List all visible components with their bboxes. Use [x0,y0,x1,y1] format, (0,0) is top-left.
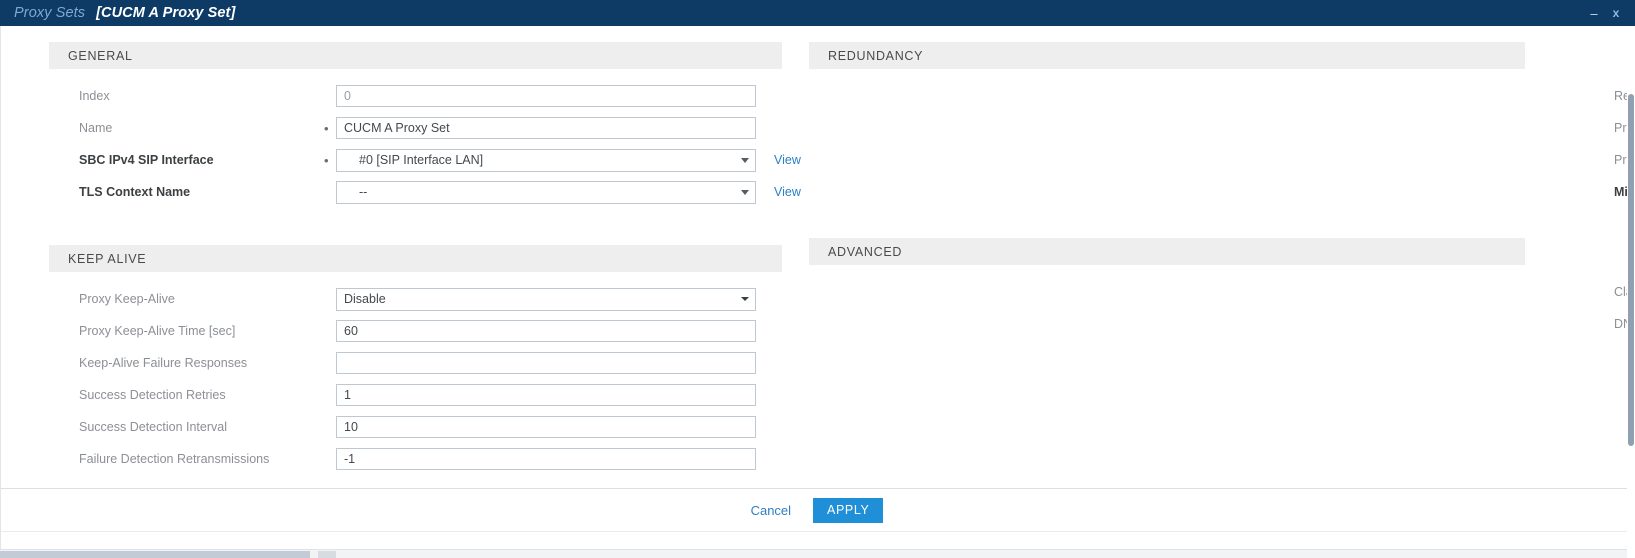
field-row-min-active-servers: Min. Active Servers for Load Balancing [791,176,1635,208]
section-advanced-rows: Classification Input IP Address only DNS… [791,265,1635,340]
field-row-proxy-keep-alive: Proxy Keep-Alive • Disable [1,283,791,315]
field-row-index: Index • [1,80,791,112]
field-row-sbc-ipv4-sip-interface: SBC IPv4 SIP Interface • #0 [SIP Interfa… [1,144,801,176]
tls-context-name-select[interactable]: -- [336,180,756,204]
label-tls-context-name: TLS Context Name [79,185,191,199]
field-row-classification-input: Classification Input IP Address only [791,276,1635,308]
horizontal-scrollbar-thumb-secondary[interactable] [318,551,336,558]
proxy-keep-alive-time-input[interactable] [336,320,756,342]
success-detection-retries-input[interactable] [336,384,756,406]
field-row-keep-alive-failure-responses: Keep-Alive Failure Responses • [1,347,791,379]
field-row-dns-resolve-method: DNS Resolve Method [791,308,1635,340]
label-failure-detection-retransmissions: Failure Detection Retransmissions [79,452,270,466]
proxy-set-dialog: Proxy Sets [CUCM A Proxy Set] – x GENERA… [0,0,1635,558]
required-marker-tls-context-name: • [324,186,334,199]
keep-alive-failure-responses-input[interactable] [336,352,756,374]
dialog-footer: Cancel APPLY [0,488,1627,531]
section-advanced-header: ADVANCED [809,238,1525,265]
field-row-name: Name • [1,112,791,144]
field-row-proxy-keep-alive-time: Proxy Keep-Alive Time [sec] • [1,315,791,347]
field-row-success-detection-interval: Success Detection Interval • [1,411,791,443]
section-redundancy-rows: Redundancy Mode Proxy Hot Swap Disable [791,69,1635,208]
label-name: Name [79,121,113,135]
section-redundancy-header: REDUNDANCY [809,42,1525,69]
required-marker-name: • [324,120,329,136]
section-general-rows: Index • Name • SBC IPv4 SIP Interface • [1,69,801,208]
right-column: REDUNDANCY Redundancy Mode Proxy Hot Swa… [791,42,1635,475]
proxy-keep-alive-select[interactable]: Disable [336,287,756,311]
success-detection-interval-input[interactable] [336,416,756,438]
section-general: GENERAL Index • Name • [1,42,801,208]
section-general-header: GENERAL [49,42,782,69]
left-section-gap [1,208,791,245]
section-keep-alive-rows: Proxy Keep-Alive • Disable Proxy Keep-Al… [1,272,791,475]
vertical-scrollbar[interactable] [1627,26,1635,531]
label-sbc-ipv4-sip-interface: SBC IPv4 SIP Interface [79,153,214,167]
tls-context-name-select-wrap: -- [336,180,756,204]
horizontal-scrollbar[interactable] [0,549,1627,558]
field-row-proxy-hot-swap: Proxy Hot Swap Disable [791,112,1635,144]
section-keep-alive-header: KEEP ALIVE [49,245,782,272]
breadcrumb[interactable]: Proxy Sets [14,5,85,21]
right-section-gap [791,208,1581,238]
required-marker-sbc-ipv4-sip-interface: • [324,152,329,168]
vertical-scrollbar-thumb[interactable] [1628,94,1634,446]
required-marker-success-detection-interval: • [324,421,334,434]
field-row-tls-context-name: TLS Context Name • -- View [1,176,801,208]
name-input[interactable] [336,117,756,139]
page-title: [CUCM A Proxy Set] [96,5,236,21]
dialog-titlebar: Proxy Sets [CUCM A Proxy Set] – x [0,0,1635,26]
label-proxy-keep-alive-time: Proxy Keep-Alive Time [sec] [79,324,236,338]
label-index: Index [79,89,110,103]
failure-detection-retransmissions-input[interactable] [336,448,756,470]
section-keep-alive: KEEP ALIVE Proxy Keep-Alive • Disable Pr… [1,245,791,475]
label-success-detection-interval: Success Detection Interval [79,420,227,434]
section-advanced: ADVANCED Classification Input IP Address… [791,238,1635,340]
field-row-redundancy-mode: Redundancy Mode [791,80,1635,112]
field-row-success-detection-retries: Success Detection Retries • [1,379,791,411]
required-marker-proxy-keep-alive-time: • [324,325,334,338]
field-row-proxy-load-balancing-method: Proxy Load Balancing Method Disable [791,144,1635,176]
close-icon[interactable]: x [1605,1,1627,25]
label-proxy-keep-alive: Proxy Keep-Alive [79,292,175,306]
apply-button[interactable]: APPLY [813,497,884,523]
required-marker-keep-alive-failure-responses: • [324,357,334,370]
required-marker-proxy-keep-alive: • [324,293,334,306]
field-row-failure-detection-retransmissions: Failure Detection Retransmissions • [1,443,791,475]
cancel-button[interactable]: Cancel [745,499,797,522]
proxy-keep-alive-select-wrap: Disable [336,287,756,311]
label-keep-alive-failure-responses: Keep-Alive Failure Responses [79,356,248,370]
section-redundancy: REDUNDANCY Redundancy Mode Proxy Hot Swa… [791,42,1635,208]
required-marker-success-detection-retries: • [324,389,334,402]
form-columns: GENERAL Index • Name • [1,26,1635,475]
minimize-icon[interactable]: – [1583,1,1605,25]
label-success-detection-retries: Success Detection Retries [79,388,226,402]
required-marker-failure-detection-retransmissions: • [324,453,334,466]
horizontal-scrollbar-thumb[interactable] [0,551,310,558]
required-marker-index: • [324,90,334,103]
sbc-ipv4-sip-interface-select[interactable]: #0 [SIP Interface LAN] [336,148,756,172]
left-column: GENERAL Index • Name • [1,42,801,475]
sbc-ipv4-sip-interface-select-wrap: #0 [SIP Interface LAN] [336,148,756,172]
index-input[interactable] [336,85,756,107]
dialog-content: GENERAL Index • Name • [0,26,1635,488]
